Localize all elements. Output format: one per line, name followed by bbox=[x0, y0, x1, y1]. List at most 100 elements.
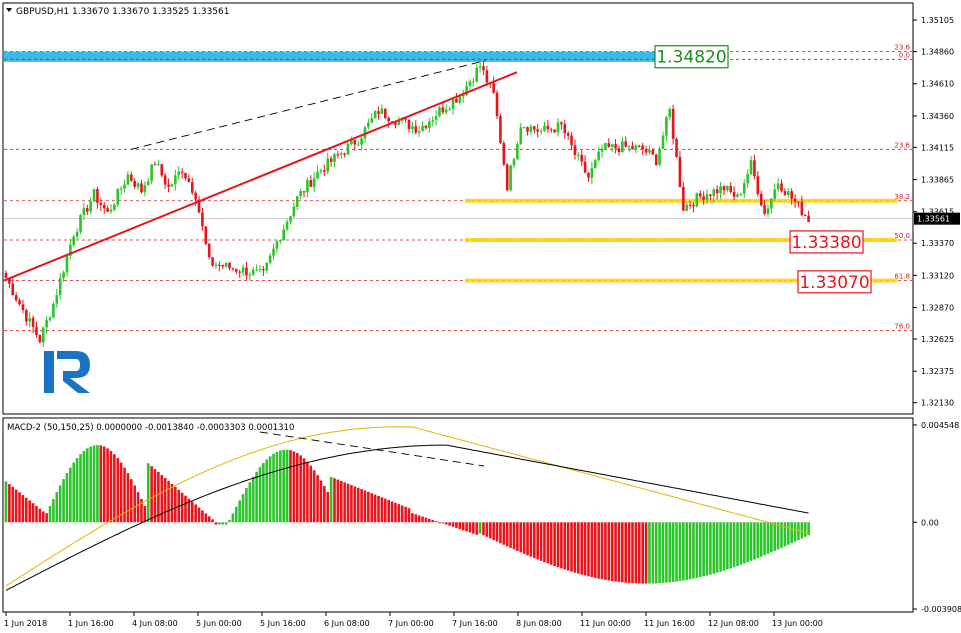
candle-body bbox=[153, 164, 157, 166]
candle-body bbox=[35, 327, 38, 335]
candle-body bbox=[732, 191, 736, 197]
candle-body bbox=[705, 194, 709, 200]
candle-body bbox=[190, 182, 194, 193]
macd-histogram-bar bbox=[383, 498, 387, 523]
current-price-label: 1.33561 bbox=[917, 215, 950, 224]
candle-body bbox=[522, 127, 526, 129]
candle-body bbox=[709, 194, 712, 196]
candle-body bbox=[431, 119, 435, 122]
candle-body bbox=[668, 108, 672, 118]
macd-histogram-bar bbox=[234, 506, 238, 523]
macd-histogram-bar bbox=[505, 522, 509, 547]
macd-histogram-bar bbox=[339, 480, 343, 523]
macd-histogram-bar bbox=[265, 459, 269, 523]
candle-body bbox=[553, 129, 556, 133]
candle-body bbox=[742, 183, 746, 194]
candle-body bbox=[177, 171, 181, 176]
symbol-header: GBPUSD,H1 1.33670 1.33670 1.33525 1.3356… bbox=[6, 7, 229, 17]
candle-body bbox=[509, 165, 512, 191]
symbol-info: GBPUSD,H1 1.33670 1.33670 1.33525 1.3356… bbox=[16, 7, 229, 17]
candle-body bbox=[621, 141, 624, 153]
candle-body bbox=[526, 127, 529, 132]
candle-body bbox=[279, 240, 282, 242]
macd-histogram-bar bbox=[58, 485, 62, 523]
candle-body bbox=[251, 269, 255, 275]
candle-body bbox=[600, 148, 604, 152]
macd-histogram-bar bbox=[593, 522, 597, 578]
macd-histogram-bar bbox=[712, 522, 716, 574]
trading-terminal: 23.60.023.638.250.061.876.01.348201.3338… bbox=[2, 2, 961, 628]
macd-histogram-bar bbox=[285, 449, 289, 523]
candle-body bbox=[671, 108, 675, 139]
macd-histogram-bar bbox=[367, 491, 370, 523]
time-axis-label: 11 Jun 16:00 bbox=[644, 619, 695, 628]
macd-histogram-bar bbox=[482, 522, 485, 536]
macd-histogram-bar bbox=[759, 522, 763, 557]
candle-body bbox=[306, 180, 309, 193]
candle-body bbox=[499, 116, 502, 144]
macd-histogram-bar bbox=[566, 522, 570, 571]
candle-body bbox=[102, 204, 106, 209]
candle-body bbox=[18, 300, 21, 305]
macd-histogram-bar bbox=[651, 522, 655, 584]
macd-histogram-bar bbox=[658, 522, 661, 584]
macd-histogram-bar bbox=[688, 522, 692, 580]
candle-body bbox=[573, 145, 577, 155]
price-annotation-label: 1.33380 bbox=[791, 233, 861, 253]
candle-body bbox=[597, 151, 600, 161]
macd-histogram-bar bbox=[116, 458, 120, 523]
macd-histogram-bar bbox=[4, 481, 8, 523]
candle-body bbox=[170, 184, 174, 187]
candle-body bbox=[312, 178, 316, 187]
price-annotation-label: 1.33070 bbox=[799, 273, 869, 293]
candle-body bbox=[610, 144, 614, 147]
candle-body bbox=[119, 188, 123, 190]
time-axis-label: 13 Jun 00:00 bbox=[772, 619, 823, 628]
macd-histogram-bar bbox=[492, 522, 495, 540]
candle-body bbox=[285, 221, 289, 230]
macd-histogram-bar bbox=[553, 522, 556, 566]
macd-histogram-bar bbox=[485, 522, 489, 537]
candle-body bbox=[85, 208, 89, 212]
macd-histogram-bar bbox=[299, 455, 302, 523]
candle-body bbox=[475, 67, 479, 82]
candle-body bbox=[326, 158, 330, 172]
macd-histogram-bar bbox=[143, 506, 147, 523]
macd-histogram-bar bbox=[268, 456, 272, 523]
candle-body bbox=[367, 122, 370, 128]
macd-histogram-bar bbox=[783, 522, 787, 547]
candle-body bbox=[492, 82, 495, 93]
macd-histogram-bar bbox=[275, 451, 279, 523]
macd-histogram-bar bbox=[356, 487, 360, 523]
candle-body bbox=[11, 283, 15, 296]
macd-histogram-bar bbox=[560, 522, 563, 569]
macd-histogram-bar bbox=[556, 522, 560, 568]
macd-histogram-bar bbox=[573, 522, 577, 573]
candle-body bbox=[421, 125, 424, 132]
candle-body bbox=[234, 269, 238, 272]
candle-body bbox=[41, 327, 45, 343]
macd-histogram-bar bbox=[99, 445, 103, 523]
macd-histogram-bar bbox=[302, 458, 306, 523]
candle-body bbox=[749, 160, 753, 175]
macd-histogram-bar bbox=[692, 522, 695, 579]
macd-histogram-bar bbox=[800, 522, 804, 539]
candle-body bbox=[536, 129, 539, 132]
macd-histogram-bar bbox=[333, 478, 336, 523]
candle-body bbox=[255, 269, 258, 271]
candle-body bbox=[580, 154, 584, 162]
candle-body bbox=[194, 192, 197, 200]
candle-body bbox=[174, 175, 177, 185]
macd-info: MACD-2 (50,150,25) 0.0000000 -0.0013840 … bbox=[7, 423, 294, 433]
price-chart-frame[interactable] bbox=[2, 2, 914, 415]
macd-histogram-bar bbox=[92, 445, 96, 523]
candle-body bbox=[682, 186, 685, 211]
resistance-band bbox=[4, 51, 725, 62]
candle-body bbox=[38, 334, 42, 343]
macd-histogram-bar bbox=[387, 500, 390, 523]
candle-body bbox=[651, 150, 655, 155]
candle-body bbox=[218, 264, 221, 266]
time-axis-label: 7 Jun 00:00 bbox=[388, 619, 434, 628]
price-axis-label: 1.32870 bbox=[921, 304, 954, 313]
macd-histogram-bar bbox=[170, 483, 174, 523]
